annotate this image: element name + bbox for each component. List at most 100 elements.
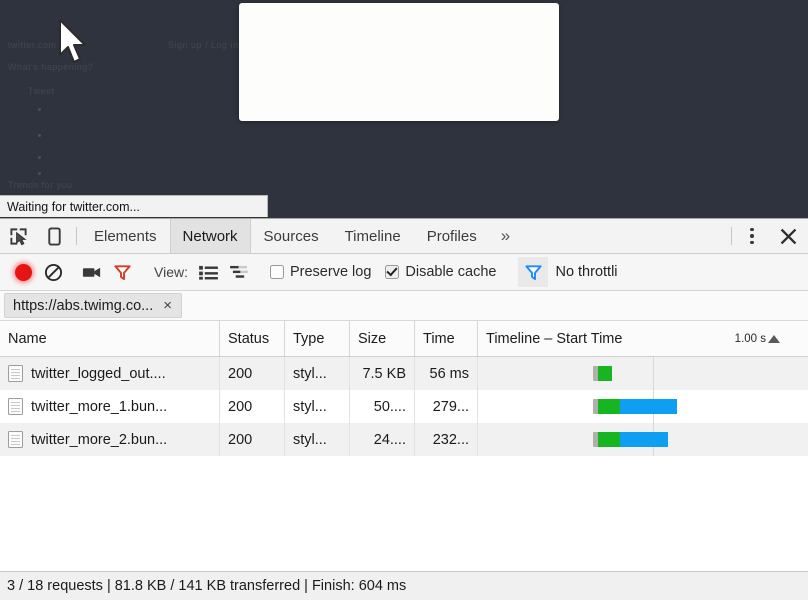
filter-chip[interactable]: https://abs.twimg.co... × <box>4 293 182 318</box>
cell-size: 50.... <box>350 390 415 423</box>
cell-status-label: 200 <box>228 365 253 382</box>
list-view-icon[interactable] <box>194 257 224 287</box>
cell-type-label: styl... <box>293 398 327 415</box>
device-toolbar-icon[interactable] <box>36 219 72 253</box>
view-label: View: <box>154 264 188 280</box>
waterfall-bar <box>593 432 668 447</box>
tab-network[interactable]: Network <box>169 219 251 253</box>
filter-icon <box>113 264 131 280</box>
close-icon[interactable] <box>768 219 808 253</box>
tab-elements-label: Elements <box>94 227 157 245</box>
column-header-timeline[interactable]: Timeline – Start Time 1.00 s <box>478 321 808 356</box>
column-header-status[interactable]: Status <box>220 321 285 356</box>
throttling-control[interactable]: No throttli <box>512 257 623 287</box>
timeline-scale-label: 1.00 s <box>734 332 766 345</box>
table-row[interactable]: twitter_more_2.bun... 200 styl... 24.... 232… <box>0 423 808 456</box>
cell-type: styl... <box>285 390 350 423</box>
disable-cache-checkbox[interactable]: Disable cache <box>378 264 503 280</box>
column-header-label: Size <box>358 330 387 347</box>
screen: twitter.com Sign up / Log in What's happen… <box>0 0 808 600</box>
waterfall-segment-download <box>620 399 677 414</box>
page-ghost-line: Sign up / Log in <box>168 40 239 50</box>
throttle-filter-icon[interactable] <box>518 257 549 287</box>
cell-time: 56 ms <box>415 357 478 390</box>
tab-network-label: Network <box>182 227 238 245</box>
table-row[interactable]: twitter_logged_out.... 200 styl... 7.5 KB 56… <box>0 357 808 390</box>
document-icon <box>8 365 23 382</box>
document-icon <box>8 398 23 415</box>
tab-profiles[interactable]: Profiles <box>414 219 490 253</box>
network-status-bar: 3 / 18 requests | 81.8 KB / 141 KB trans… <box>0 571 808 600</box>
throttling-label: No throttli <box>555 264 618 280</box>
cell-size: 24.... <box>350 423 415 456</box>
cell-type-label: styl... <box>293 431 327 448</box>
waterfall-bar <box>593 366 612 381</box>
cell-status: 200 <box>220 423 285 456</box>
column-header-label: Time <box>423 330 455 347</box>
inspect-element-icon[interactable] <box>0 219 36 253</box>
clear-button[interactable] <box>38 257 68 287</box>
waterfall-segment-waiting <box>598 399 620 414</box>
page-ghost-bullet <box>38 172 41 175</box>
cell-name: twitter_more_1.bun... <box>0 390 220 423</box>
filter-button[interactable] <box>107 257 137 287</box>
sort-ascending-icon[interactable] <box>768 334 780 343</box>
tab-sources[interactable]: Sources <box>251 219 332 253</box>
column-header-label: Timeline – Start Time <box>486 330 623 347</box>
column-header-label: Type <box>293 330 325 347</box>
tab-sources-label: Sources <box>263 227 319 245</box>
filter-chip-close-icon[interactable]: × <box>163 298 172 313</box>
column-header-size[interactable]: Size <box>350 321 415 356</box>
camera-icon <box>82 267 100 277</box>
page-white-card <box>239 3 559 121</box>
tab-elements[interactable]: Elements <box>81 219 170 253</box>
page-ghost-bullet <box>38 156 41 159</box>
column-header-name[interactable]: Name <box>0 321 220 356</box>
cell-timeline <box>478 390 808 423</box>
devtools-tabstrip: Elements Network Sources Timeline Profil… <box>0 219 808 254</box>
column-header-time[interactable]: Time <box>415 321 478 356</box>
column-header-label: Status <box>228 330 270 347</box>
preserve-log-label: Preserve log <box>289 264 372 280</box>
waterfall-view-icon[interactable] <box>224 257 254 287</box>
tabstrip-divider-right <box>731 227 732 245</box>
record-button[interactable] <box>8 257 38 287</box>
tabstrip-divider <box>76 227 77 245</box>
table-row[interactable]: twitter_more_1.bun... 200 styl... 50.... 279… <box>0 390 808 423</box>
timeline-gridline <box>653 357 654 390</box>
tab-profiles-label: Profiles <box>426 227 477 245</box>
cell-status: 200 <box>220 390 285 423</box>
capture-screenshots-button[interactable] <box>77 257 107 287</box>
page-ghost-line: Tweet <box>28 86 55 96</box>
waterfall-segment-waiting <box>598 366 612 381</box>
request-name-label: twitter_more_2.bun... <box>31 431 168 448</box>
page-ghost-line: twitter.com <box>8 40 57 50</box>
cell-type: styl... <box>285 423 350 456</box>
table-header-row: Name Status Type Size Time Timeline – Start T… <box>0 321 808 357</box>
request-name: twitter_more_1.bun... <box>8 398 167 415</box>
requests-table: Name Status Type Size Time Timeline – Start T… <box>0 321 808 571</box>
cell-type-label: styl... <box>293 365 327 382</box>
disable-cache-checkbox-box <box>385 265 400 279</box>
more-options-icon[interactable] <box>736 219 768 253</box>
network-toolbar: View: Preserve log Disable cache No thro… <box>0 254 808 291</box>
cell-status: 200 <box>220 357 285 390</box>
column-header-type[interactable]: Type <box>285 321 350 356</box>
cell-timeline <box>478 423 808 456</box>
cell-name: twitter_logged_out.... <box>0 357 220 390</box>
more-tabs-button[interactable]: » <box>490 219 521 253</box>
request-name-label: twitter_logged_out.... <box>31 365 166 382</box>
request-name: twitter_more_2.bun... <box>8 431 167 448</box>
tab-timeline[interactable]: Timeline <box>332 219 414 253</box>
column-header-label: Name <box>8 330 47 347</box>
cell-timeline <box>478 357 808 390</box>
page-viewport: twitter.com Sign up / Log in What's happen… <box>0 0 808 218</box>
cell-status-label: 200 <box>228 431 253 448</box>
page-load-status-text: Waiting for twitter.com... <box>7 199 140 214</box>
network-summary-text: 3 / 18 requests | 81.8 KB / 141 KB trans… <box>7 578 407 594</box>
preserve-log-checkbox[interactable]: Preserve log <box>263 264 378 280</box>
cell-time-label: 232... <box>432 431 469 448</box>
document-icon <box>8 431 23 448</box>
cell-size-label: 50.... <box>373 398 406 415</box>
devtools-panel: Elements Network Sources Timeline Profil… <box>0 218 808 600</box>
